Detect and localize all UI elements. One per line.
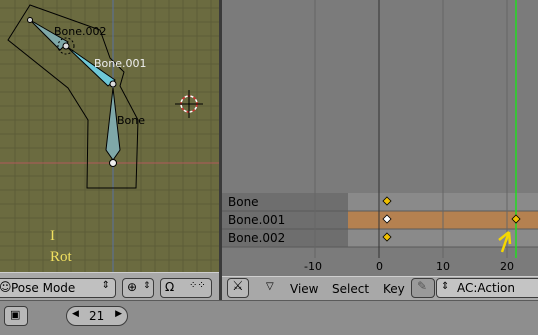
3d-viewport[interactable]: Bone.002 Bone.001 Bone I Rot (0, 0, 219, 272)
snap-button[interactable]: Ω ⁘⁘ (160, 278, 212, 298)
viewport-header: ☺ Pose Mode ⇕ ⊕ ⇕ Ω ⁘⁘ (0, 272, 219, 301)
action-name: AC:Action (457, 281, 516, 295)
decrement-icon[interactable]: ◀ (72, 309, 79, 319)
transform-mode-label: Rot (50, 249, 72, 265)
pivot-arrow-icon: ⇕ (143, 281, 151, 291)
action-editor-icon: ⚔ (232, 279, 244, 294)
magnet-icon: Ω (165, 280, 175, 294)
bone-label-bone-001: Bone.001 (94, 57, 147, 70)
increment-icon[interactable]: ▶ (115, 309, 122, 319)
frame-tick-label: -10 (304, 260, 322, 273)
channel-bone-002[interactable]: Bone.002 (222, 229, 348, 247)
action-editor[interactable]: Bone Bone.001 Bone.002 -10 0 10 20 (222, 0, 538, 276)
frame-value: 21 (89, 309, 105, 323)
bone-label-bone-002: Bone.002 (54, 25, 107, 38)
collapse-menu-icon[interactable]: ▽ (266, 281, 274, 292)
frame-tick-label: 20 (500, 260, 514, 273)
mode-label: Pose Mode (11, 281, 76, 295)
channel-bone[interactable]: Bone (222, 193, 348, 211)
current-frame-field[interactable]: ◀ 21 ▶ (66, 306, 128, 326)
frame-tick-label: 0 (376, 260, 383, 273)
mode-icon: ☺ (0, 280, 12, 294)
updown-icon: ⇕ (441, 281, 450, 292)
pin-icon: ✎ (417, 279, 428, 293)
menu-select[interactable]: Select (332, 282, 369, 296)
menu-view[interactable]: View (290, 282, 318, 296)
transform-key-label: I (50, 228, 55, 244)
grid-icon: ⁘⁘ (189, 280, 206, 291)
channel-list: Bone Bone.001 Bone.002 (222, 193, 348, 249)
editor-type-button[interactable]: ⚔ (227, 278, 249, 298)
pin-button[interactable]: ✎ (411, 278, 435, 298)
viewport-canvas (0, 0, 219, 272)
pivot-icon: ⊕ (127, 280, 138, 294)
menu-key[interactable]: Key (383, 282, 405, 296)
pivot-button[interactable]: ⊕ ⇕ (122, 278, 154, 298)
window-type-button[interactable]: ▣ (4, 306, 28, 326)
frame-tick-label: 10 (436, 260, 450, 273)
buttons-window-header: ▣ ◀ 21 ▶ (0, 300, 538, 335)
action-select[interactable]: ⇕ AC:Action (436, 278, 538, 298)
mode-select[interactable]: ☺ Pose Mode ⇕ (0, 278, 116, 298)
updown-icon: ⇕ (101, 280, 110, 291)
channel-bone-001[interactable]: Bone.001 (222, 211, 348, 229)
bone-label-bone: Bone (117, 114, 146, 127)
image-icon: ▣ (10, 308, 21, 321)
